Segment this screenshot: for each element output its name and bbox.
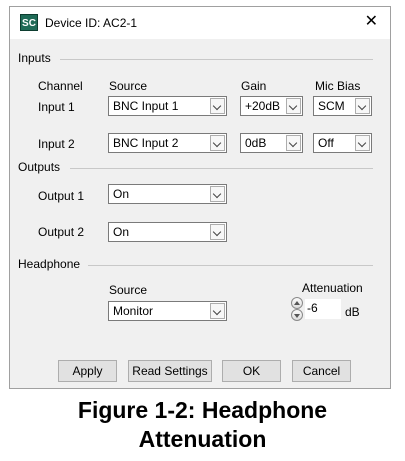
close-icon[interactable]: ✕ — [365, 13, 378, 31]
input-2-gain-select[interactable]: 0dB — [240, 133, 303, 153]
attenuation-input[interactable]: -6 — [305, 299, 341, 319]
headphone-divider — [88, 265, 373, 266]
input-1-mic-bias-value: SCM — [318, 99, 345, 113]
source-header: Source — [109, 79, 148, 93]
spin-up-icon[interactable] — [291, 297, 303, 309]
output-1-value: On — [113, 187, 130, 201]
title-bar: SC Device ID: AC2-1 ✕ — [10, 7, 390, 39]
ok-button[interactable]: OK — [222, 360, 281, 382]
mic-bias-header: Mic Bias — [315, 79, 361, 93]
headphone-source-select[interactable]: Monitor — [108, 301, 227, 321]
chevron-down-icon[interactable] — [210, 135, 225, 151]
channel-header: Channel — [38, 79, 83, 93]
input-2-label: Input 2 — [38, 137, 75, 151]
input-2-mic-bias-select[interactable]: Off — [313, 133, 372, 153]
input-2-source-select[interactable]: BNC Input 2 — [108, 133, 227, 153]
attenuation-unit: dB — [345, 305, 360, 319]
device-dialog: SC Device ID: AC2-1 ✕ Inputs Channel Sou… — [9, 6, 391, 389]
input-1-source-value: BNC Input 1 — [113, 99, 179, 113]
apply-button[interactable]: Apply — [58, 360, 117, 382]
outputs-divider — [70, 168, 373, 169]
attenuation-spinner[interactable] — [291, 297, 303, 321]
attenuation-label: Attenuation — [302, 281, 363, 295]
input-2-source-value: BNC Input 2 — [113, 136, 179, 150]
inputs-divider — [60, 59, 373, 60]
input-1-source-select[interactable]: BNC Input 1 — [108, 96, 227, 116]
output-1-select[interactable]: On — [108, 184, 227, 204]
chevron-down-icon[interactable] — [355, 98, 370, 114]
chevron-down-icon[interactable] — [210, 98, 225, 114]
spin-down-icon[interactable] — [291, 309, 303, 321]
headphone-source-label: Source — [109, 283, 148, 297]
output-2-select[interactable]: On — [108, 222, 227, 242]
app-logo-icon: SC — [20, 14, 38, 31]
headphone-section-label: Headphone — [18, 257, 81, 271]
input-2-gain-value: 0dB — [245, 136, 267, 150]
gain-header: Gain — [241, 79, 267, 93]
chevron-down-icon[interactable] — [210, 224, 225, 240]
chevron-down-icon[interactable] — [210, 186, 225, 202]
cancel-button[interactable]: Cancel — [292, 360, 351, 382]
chevron-down-icon[interactable] — [210, 303, 225, 319]
figure-caption-line-1: Figure 1-2: Headphone — [77, 397, 328, 423]
output-2-value: On — [113, 225, 130, 239]
input-1-mic-bias-select[interactable]: SCM — [313, 96, 372, 116]
chevron-down-icon[interactable] — [286, 135, 301, 151]
output-1-label: Output 1 — [38, 189, 85, 203]
chevron-down-icon[interactable] — [286, 98, 301, 114]
output-2-label: Output 2 — [38, 225, 85, 239]
window-title: Device ID: AC2-1 — [45, 16, 138, 30]
input-1-gain-value: +20dB — [245, 99, 281, 113]
figure-caption-line-2: Attenuation — [138, 426, 267, 452]
chevron-down-icon[interactable] — [355, 135, 370, 151]
inputs-section-label: Inputs — [18, 51, 51, 65]
headphone-source-value: Monitor — [113, 304, 154, 318]
input-1-gain-select[interactable]: +20dB — [240, 96, 303, 116]
input-2-mic-bias-value: Off — [318, 136, 334, 150]
read-settings-button[interactable]: Read Settings — [128, 360, 212, 382]
attenuation-value: -6 — [307, 301, 318, 315]
input-1-label: Input 1 — [38, 100, 75, 114]
outputs-section-label: Outputs — [18, 160, 61, 174]
